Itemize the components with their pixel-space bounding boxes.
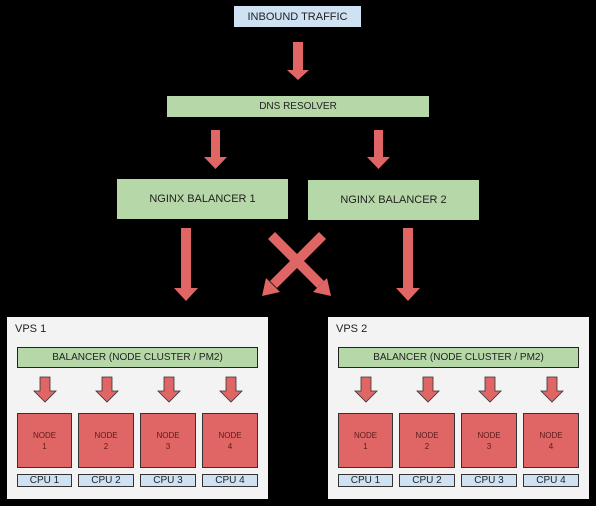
node-number: 2 bbox=[103, 441, 109, 451]
arrow-nginx-1-to-vps-1 bbox=[174, 228, 198, 301]
node-title: NODE bbox=[94, 430, 118, 440]
arrow-dns-to-nginx-1 bbox=[204, 130, 227, 169]
cpu-label: CPU 2 bbox=[412, 475, 442, 486]
vps-1-node-4: NODE 4 bbox=[202, 413, 258, 468]
arrow-dns-to-nginx-2 bbox=[367, 130, 390, 169]
arrow-nginx-2-to-vps-2 bbox=[396, 228, 420, 301]
vps-2-arrow-node-2 bbox=[416, 376, 440, 403]
vps-1-node-arrows bbox=[33, 376, 243, 403]
node-title: NODE bbox=[477, 430, 501, 440]
vps-2-arrow-node-1 bbox=[354, 376, 378, 403]
vps-2-node-1: NODE 1 bbox=[338, 413, 393, 468]
nginx-balancer-2-label: NGINX BALANCER 2 bbox=[340, 194, 447, 206]
cpu-label: CPU 1 bbox=[350, 475, 381, 486]
nginx-balancer-1-label: NGINX BALANCER 1 bbox=[149, 193, 256, 205]
node-title: NODE bbox=[353, 430, 378, 440]
cpu-label: CPU 4 bbox=[536, 475, 566, 486]
vps-2-cpu-1: CPU 1 bbox=[338, 474, 393, 487]
node-number: 3 bbox=[486, 441, 492, 451]
node-number: 4 bbox=[548, 441, 554, 451]
vps-1-panel: VPS 1 BALANCER (NODE CLUSTER / PM2) NODE… bbox=[7, 317, 268, 499]
vps-2-cpu-4: CPU 4 bbox=[523, 474, 579, 487]
dns-resolver-label: DNS RESOLVER bbox=[259, 101, 337, 112]
dns-resolver-box: DNS RESOLVER bbox=[167, 96, 429, 117]
nginx-balancer-2-box: NGINX BALANCER 2 bbox=[308, 180, 479, 220]
vps-2-cpu-3: CPU 3 bbox=[461, 474, 517, 487]
node-title: NODE bbox=[539, 430, 563, 440]
arrow-inbound-to-dns bbox=[287, 42, 309, 80]
vps-1-arrow-node-1 bbox=[33, 376, 57, 403]
cpu-label: CPU 3 bbox=[153, 475, 183, 486]
inbound-traffic-box: INBOUND TRAFFIC bbox=[234, 6, 361, 27]
cpu-label: CPU 2 bbox=[91, 475, 121, 486]
node-number: 1 bbox=[363, 441, 368, 451]
nginx-balancer-1-box: NGINX BALANCER 1 bbox=[117, 179, 288, 219]
vps-1-arrow-node-2 bbox=[95, 376, 119, 403]
node-title: NODE bbox=[218, 430, 242, 440]
vps-2-arrow-node-4 bbox=[540, 376, 564, 403]
inbound-traffic-label: INBOUND TRAFFIC bbox=[247, 10, 348, 23]
cpu-label: CPU 3 bbox=[474, 475, 504, 486]
node-title: NODE bbox=[156, 430, 180, 440]
vps-2-panel: VPS 2 BALANCER (NODE CLUSTER / PM2) NODE… bbox=[328, 317, 589, 499]
vps-1-arrow-node-4 bbox=[219, 376, 243, 403]
node-number: 4 bbox=[227, 441, 233, 451]
cpu-label: CPU 1 bbox=[29, 475, 60, 486]
vps-1-node-3: NODE 3 bbox=[140, 413, 196, 468]
vps-2-node-3: NODE 3 bbox=[461, 413, 517, 468]
vps-1-node-1: NODE 1 bbox=[17, 413, 72, 468]
vps-2-node-4: NODE 4 bbox=[523, 413, 579, 468]
vps-2-cpu-2: CPU 2 bbox=[399, 474, 455, 487]
vps-1-node-2: NODE 2 bbox=[78, 413, 134, 468]
vps-1-cpu-1: CPU 1 bbox=[17, 474, 72, 487]
node-number: 2 bbox=[424, 441, 430, 451]
vps-2-node-arrows bbox=[354, 376, 564, 403]
vps-1-arrow-node-3 bbox=[157, 376, 181, 403]
node-title: NODE bbox=[415, 430, 439, 440]
vps-1-cpu-4: CPU 4 bbox=[202, 474, 258, 487]
node-title: NODE bbox=[32, 430, 57, 440]
vps-2-node-2: NODE 2 bbox=[399, 413, 455, 468]
node-number: 1 bbox=[42, 441, 47, 451]
vps-2-arrow-node-3 bbox=[478, 376, 502, 403]
node-number: 3 bbox=[165, 441, 171, 451]
cpu-label: CPU 4 bbox=[215, 475, 245, 486]
vps-1-cpu-3: CPU 3 bbox=[140, 474, 196, 487]
vps-1-cpu-2: CPU 2 bbox=[78, 474, 134, 487]
